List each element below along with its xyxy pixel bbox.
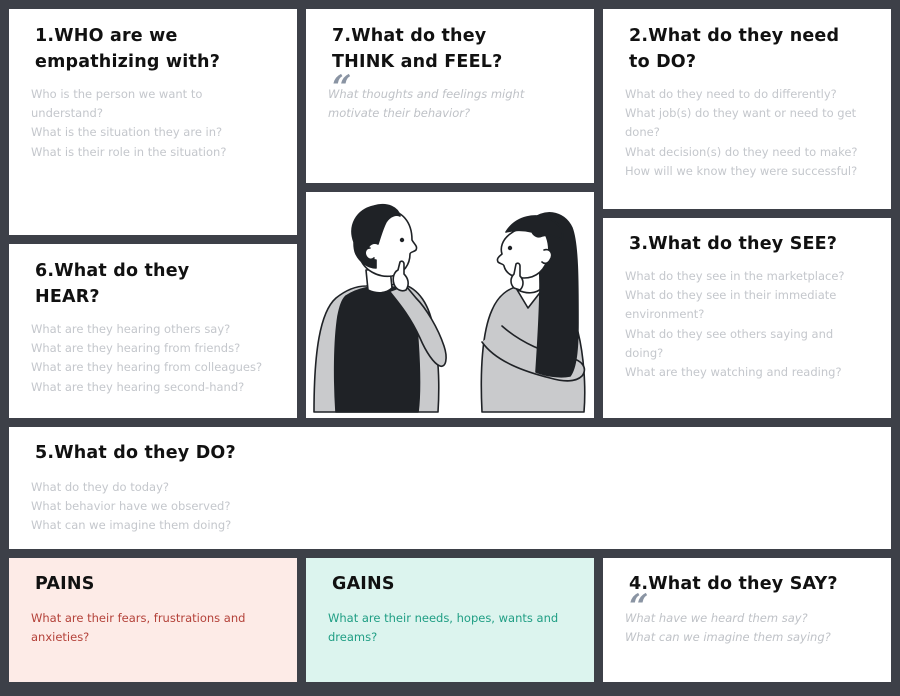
prompt-line: What do they do today? — [31, 480, 169, 494]
prompt-line: environment? — [625, 307, 705, 322]
say-card: 4.What do they SAY? “ What have we heard… — [603, 558, 891, 682]
gains-title: GAINS — [332, 574, 395, 594]
pains-card: PAINS What are their fears, frustrations… — [9, 558, 297, 682]
who-card: 1.WHO are we empathizing with? Who is th… — [9, 9, 297, 235]
prompt-line: What do they see others saying and — [625, 326, 834, 341]
need-to-do-card: 2.What do they need to DO? What do they … — [603, 9, 891, 209]
hear-title: 6.What do they HEAR? — [35, 261, 190, 307]
prompt-line: What thoughts and feelings might — [328, 87, 525, 101]
do-prompts: What do they do today? What behavior hav… — [31, 478, 877, 536]
think-feel-prompts: What thoughts and feelings might motivat… — [328, 85, 580, 123]
hear-card: 6.What do they HEAR? What are they heari… — [9, 244, 297, 418]
prompt-line: What job(s) do they want or need to get — [625, 106, 857, 121]
hear-prompts: What are they hearing others say? What a… — [31, 320, 283, 397]
prompt-line: What are their needs, hopes, wants and — [328, 611, 559, 625]
do-title: 5.What do they DO? — [35, 443, 236, 463]
prompt-line: What decision(s) do they need to make? — [625, 144, 858, 159]
prompt-line: anxieties? — [31, 630, 90, 645]
see-title: 3.What do they SEE? — [629, 234, 838, 254]
prompt-line: What are they hearing second-hand? — [31, 379, 245, 394]
prompt-line: understand? — [31, 106, 103, 121]
prompt-line: What are they hearing from colleagues? — [31, 360, 263, 375]
prompt-line: What do they see in their immediate — [625, 288, 837, 303]
think-feel-title: 7.What do they THINK and FEEL? — [332, 26, 503, 72]
prompt-line: What can we imagine them doing? — [31, 518, 232, 533]
prompt-line: Who is the person we want to — [31, 87, 203, 101]
think-feel-card: 7.What do they THINK and FEEL? “ What th… — [306, 9, 594, 183]
prompt-line: What are they watching and reading? — [625, 365, 842, 380]
prompt-line: dreams? — [328, 630, 378, 645]
do-card: 5.What do they DO? What do they do today… — [9, 427, 891, 549]
say-title: 4.What do they SAY? — [629, 574, 838, 594]
see-card: 3.What do they SEE? What do they see in … — [603, 218, 891, 418]
prompt-line: What have we heard them say? — [625, 611, 808, 625]
prompt-line: doing? — [625, 345, 664, 360]
pains-prompts: What are their fears, frustrations and a… — [31, 609, 283, 647]
say-prompts: What have we heard them say? What can we… — [625, 609, 877, 647]
prompt-line: What behavior have we observed? — [31, 499, 231, 514]
prompt-line: What are they hearing others say? — [31, 322, 231, 336]
who-title: 1.WHO are we empathizing with? — [35, 26, 221, 72]
gains-prompts: What are their needs, hopes, wants and d… — [328, 609, 580, 647]
gains-card: GAINS What are their needs, hopes, wants… — [306, 558, 594, 682]
prompt-line: How will we know they were successful? — [625, 163, 858, 178]
prompt-line: What do they see in the marketplace? — [625, 269, 845, 283]
see-prompts: What do they see in the marketplace? Wha… — [625, 267, 877, 382]
illustration-card — [306, 192, 594, 418]
prompt-line: What are they hearing from friends? — [31, 341, 241, 356]
prompt-line: What can we imagine them saying? — [625, 630, 831, 645]
prompt-line: What do they need to do differently? — [625, 87, 837, 101]
prompt-line: What is their role in the situation? — [31, 144, 227, 159]
two-people-thinking-illustration — [313, 203, 586, 413]
who-prompts: Who is the person we want to understand?… — [31, 85, 283, 162]
prompt-line: done? — [625, 125, 660, 140]
need-to-do-prompts: What do they need to do differently? Wha… — [625, 85, 877, 181]
prompt-line: What is the situation they are in? — [31, 125, 223, 140]
pains-title: PAINS — [35, 574, 95, 594]
need-to-do-title: 2.What do they need to DO? — [629, 26, 840, 72]
prompt-line: What are their fears, frustrations and — [31, 611, 246, 625]
prompt-line: motivate their behavior? — [328, 106, 471, 121]
